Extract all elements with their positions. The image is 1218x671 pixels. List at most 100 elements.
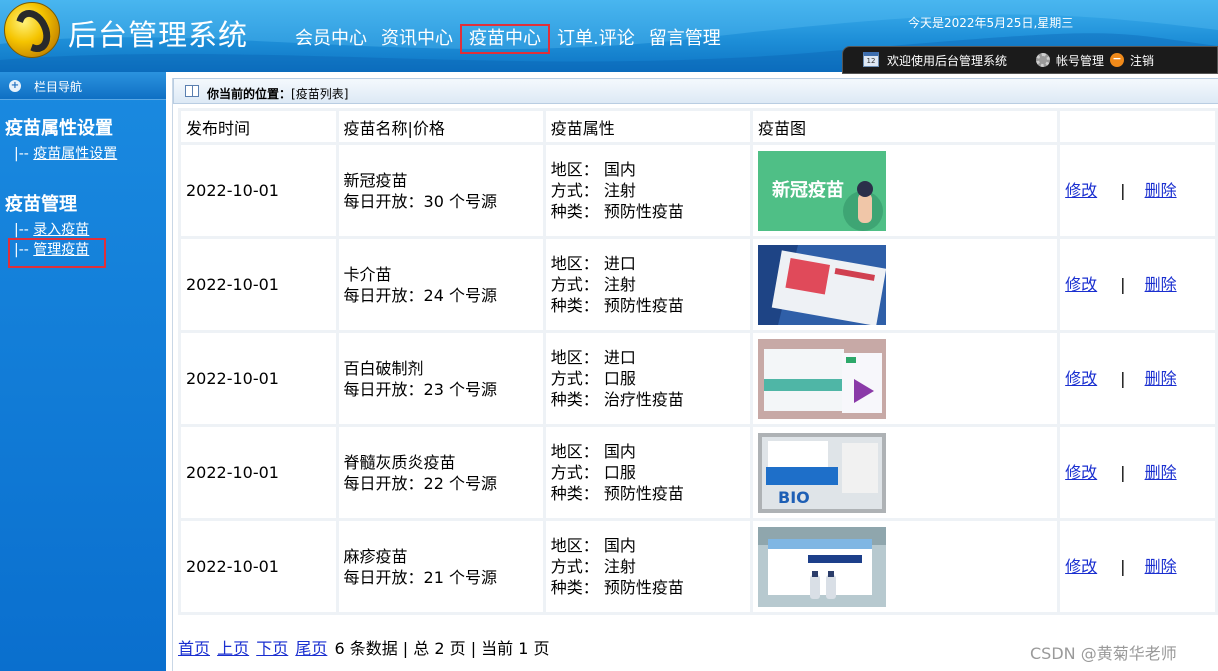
vaccine-image: [757, 244, 886, 325]
attributes-cell: 地区： 进口 方式： 注射 种类： 预防性疫苗: [545, 239, 750, 330]
top-nav-item[interactable]: 疫苗中心: [460, 24, 550, 54]
delete-link[interactable]: 删除: [1145, 275, 1177, 294]
tree-prefix: |--: [14, 242, 29, 258]
attr-kind: 种类： 预防性疫苗: [550, 484, 684, 503]
top-nav-item[interactable]: 资讯中心: [374, 24, 460, 54]
sidebar: + 栏目导航 疫苗属性设置 |-- 疫苗属性设置 疫苗管理 |-- 录入疫苗 |…: [0, 72, 166, 671]
pagination: 首页 上页 下页 尾页 6 条数据 | 总 2 页 | 当前 1 页: [178, 635, 550, 659]
sidebar-item-manage-vaccine[interactable]: |-- 管理疫苗: [8, 238, 107, 268]
vaccine-name: 脊髓灰质炎疫苗: [343, 452, 456, 472]
action-separator: |: [1120, 369, 1126, 388]
edit-link[interactable]: 修改: [1065, 463, 1097, 482]
delete-link[interactable]: 删除: [1145, 369, 1177, 388]
sidebar-group-vaccine-management: 疫苗管理: [5, 194, 77, 215]
delete-link[interactable]: 删除: [1145, 463, 1177, 482]
image-cell: [752, 521, 1058, 612]
calendar-icon: 12: [863, 52, 879, 67]
action-separator: |: [1120, 181, 1126, 200]
vaccine-name: 新冠疫苗: [343, 170, 408, 190]
edit-link[interactable]: 修改: [1065, 369, 1097, 388]
name-price-cell: 脊髓灰质炎疫苗 每日开放：22 个号源: [338, 427, 543, 518]
vaccine-quota: 每日开放：21 个号源: [343, 567, 497, 587]
breadcrumb: 你当前的位置：[疫苗列表]: [173, 78, 1218, 104]
vaccine-image: BIO: [757, 432, 886, 513]
next-page-link[interactable]: 下页: [256, 639, 288, 658]
col-header-actions: [1060, 111, 1215, 142]
table-row: 2022-10-01 新冠疫苗 每日开放：30 个号源 地区： 国内 方式： 注射 种类：…: [181, 145, 1215, 236]
vaccine-name: 卡介苗: [343, 264, 392, 284]
edit-link[interactable]: 修改: [1065, 557, 1097, 576]
user-bar: 12 欢迎使用后台管理系统 帐号管理 − 注销: [842, 46, 1218, 74]
publish-date: 2022-10-01: [181, 427, 336, 518]
prev-page-link[interactable]: 上页: [217, 639, 249, 658]
delete-link[interactable]: 删除: [1145, 181, 1177, 200]
table-row: 2022-10-01 脊髓灰质炎疫苗 每日开放：22 个号源 地区： 国内 方式： 口服…: [181, 427, 1215, 518]
tree-prefix: |--: [14, 146, 29, 162]
vaccine-quota: 每日开放：24 个号源: [343, 285, 497, 305]
pagination-summary: 6 条数据 | 总 2 页 | 当前 1 页: [334, 639, 550, 658]
date-text: 今天是2022年5月25日,星期三: [908, 16, 1074, 30]
sidebar-group-vaccine-attributes: 疫苗属性设置: [5, 118, 113, 139]
sidebar-item-add-vaccine[interactable]: |-- 录入疫苗: [14, 219, 89, 239]
vaccine-quota: 每日开放：23 个号源: [343, 379, 497, 399]
sidebar-title: 栏目导航: [34, 80, 83, 94]
action-separator: |: [1120, 275, 1126, 294]
image-cell: [752, 239, 1058, 330]
logout-link[interactable]: 注销: [1130, 52, 1154, 69]
book-icon: [185, 85, 199, 97]
attr-region: 地区： 国内: [550, 160, 636, 179]
actions-cell: 修改 | 删除: [1060, 521, 1215, 612]
welcome-text: 欢迎使用后台管理系统: [887, 54, 1008, 68]
col-header-date: 发布时间: [181, 111, 336, 142]
attributes-cell: 地区： 进口 方式： 口服 种类： 治疗性疫苗: [545, 333, 750, 424]
vaccine-quota: 每日开放：22 个号源: [343, 473, 497, 493]
attr-method: 方式： 注射: [550, 275, 636, 294]
gear-icon: [1036, 53, 1050, 67]
last-page-link[interactable]: 尾页: [295, 639, 327, 658]
sidebar-item-vaccine-attribute-settings[interactable]: |-- 疫苗属性设置: [14, 143, 117, 163]
thumb-text: 新冠疫苗: [772, 179, 844, 201]
action-separator: |: [1120, 463, 1126, 482]
logout-icon[interactable]: −: [1110, 53, 1124, 67]
attr-kind: 种类： 治疗性疫苗: [550, 390, 684, 409]
attr-method: 方式： 注射: [550, 557, 636, 576]
expand-icon[interactable]: +: [9, 80, 21, 92]
sidebar-item-label[interactable]: 疫苗属性设置: [33, 146, 117, 162]
tree-prefix: |--: [14, 222, 29, 238]
top-nav-item[interactable]: 留言管理: [642, 24, 728, 54]
breadcrumb-value: [疫苗列表]: [291, 87, 349, 101]
top-nav-item[interactable]: 订单.评论: [550, 24, 642, 54]
col-header-image: 疫苗图: [752, 111, 1058, 142]
actions-cell: 修改 | 删除: [1060, 427, 1215, 518]
first-page-link[interactable]: 首页: [178, 639, 210, 658]
publish-date: 2022-10-01: [181, 333, 336, 424]
vaccine-quota: 每日开放：30 个号源: [343, 191, 497, 211]
attributes-cell: 地区： 国内 方式： 口服 种类： 预防性疫苗: [545, 427, 750, 518]
account-link[interactable]: 帐号管理: [1056, 52, 1104, 69]
sidebar-item-label[interactable]: 录入疫苗: [33, 222, 89, 238]
table-header-row: 发布时间 疫苗名称|价格 疫苗属性 疫苗图: [181, 111, 1215, 142]
col-header-attributes: 疫苗属性: [545, 111, 750, 142]
actions-cell: 修改 | 删除: [1060, 333, 1215, 424]
breadcrumb-label: 你当前的位置：: [207, 87, 292, 101]
edit-link[interactable]: 修改: [1065, 181, 1097, 200]
delete-link[interactable]: 删除: [1145, 557, 1177, 576]
vaccine-image: [757, 526, 886, 607]
edit-link[interactable]: 修改: [1065, 275, 1097, 294]
sidebar-header: + 栏目导航: [0, 72, 166, 100]
table-row: 2022-10-01 百白破制剂 每日开放：23 个号源 地区： 进口 方式： 口服 种类…: [181, 333, 1215, 424]
vaccine-table: 发布时间 疫苗名称|价格 疫苗属性 疫苗图 2022-10-01 新冠疫苗 每日开放…: [178, 108, 1218, 615]
thumb-text: BIO: [778, 488, 810, 507]
sidebar-item-label[interactable]: 管理疫苗: [33, 242, 89, 258]
attributes-cell: 地区： 国内 方式： 注射 种类： 预防性疫苗: [545, 145, 750, 236]
name-price-cell: 麻疹疫苗 每日开放：21 个号源: [338, 521, 543, 612]
top-nav-item[interactable]: 会员中心: [288, 24, 374, 54]
image-cell: [752, 333, 1058, 424]
vaccine-name: 麻疹疫苗: [343, 546, 408, 566]
name-price-cell: 百白破制剂 每日开放：23 个号源: [338, 333, 543, 424]
attributes-cell: 地区： 国内 方式： 注射 种类： 预防性疫苗: [545, 521, 750, 612]
logo-icon: [4, 2, 60, 58]
actions-cell: 修改 | 删除: [1060, 145, 1215, 236]
image-cell: BIO: [752, 427, 1058, 518]
main-content: 你当前的位置：[疫苗列表] 发布时间 疫苗名称|价格 疫苗属性 疫苗图 2022…: [172, 78, 1218, 671]
